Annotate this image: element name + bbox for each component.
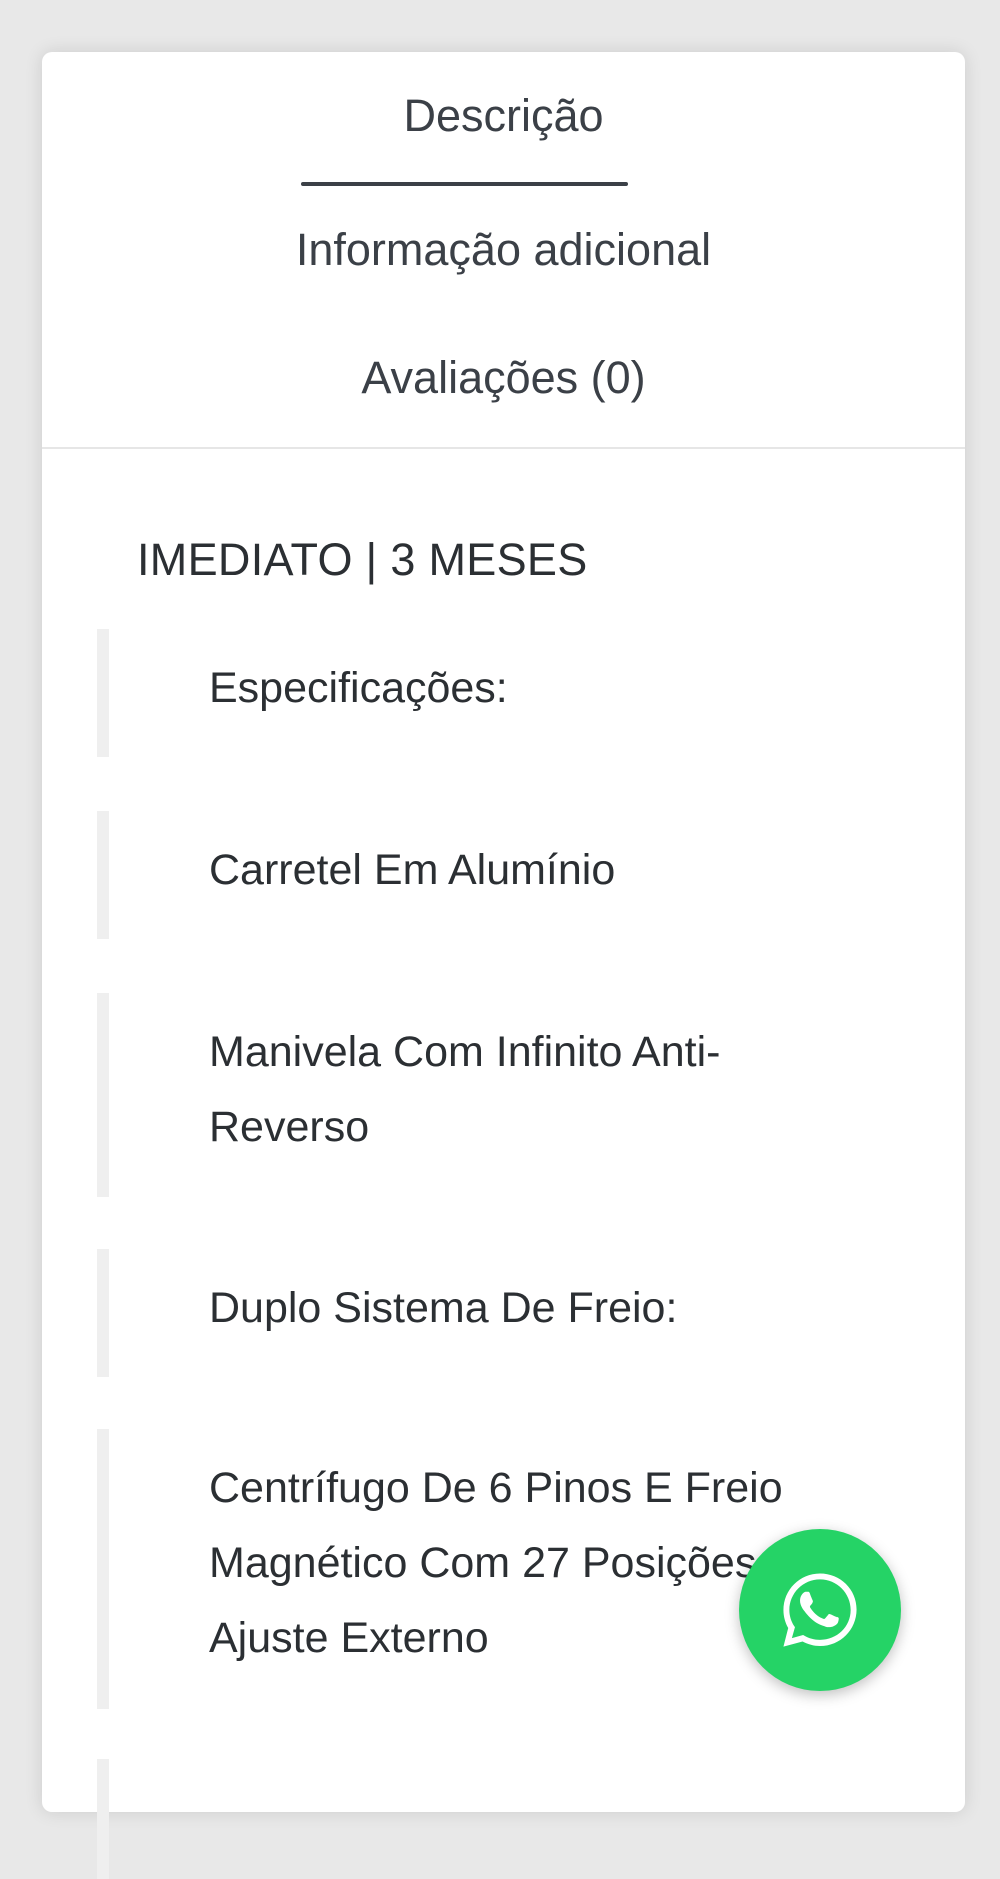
spec-text: Manivela Com Infinito Anti-Reverso (209, 1028, 721, 1151)
spec-quote (97, 1759, 869, 1879)
spec-text: Duplo Sistema De Freio: (209, 1284, 678, 1332)
tab-description[interactable]: Descrição (42, 90, 965, 142)
spec-quote: Especificações: (97, 629, 869, 757)
spec-quote: Duplo Sistema De Freio: (97, 1249, 869, 1377)
whatsapp-chat-button[interactable] (739, 1529, 901, 1691)
spec-text: Carretel Em Alumínio (209, 846, 616, 894)
description-headline: IMEDIATO | 3 MESES (137, 534, 588, 585)
spec-quote: Carretel Em Alumínio (97, 811, 869, 939)
spec-text: Especificações: (209, 664, 508, 712)
tab-additional-info[interactable]: Informação adicional (42, 224, 965, 276)
active-tab-indicator (301, 182, 628, 186)
spec-quote: Manivela Com Infinito Anti-Reverso (97, 993, 869, 1197)
tab-reviews[interactable]: Avaliações (0) (42, 352, 965, 404)
tab-bar: Descrição Informação adicional Avaliaçõe… (42, 52, 965, 449)
whatsapp-icon (783, 1573, 857, 1647)
